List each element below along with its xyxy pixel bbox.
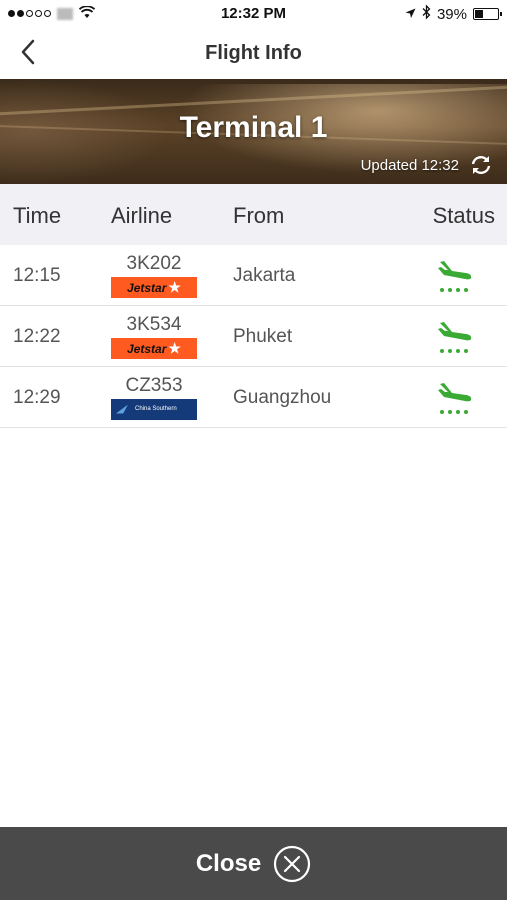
table-row[interactable]: 12:22 3K534 Jetstar ★ Phuket	[0, 306, 507, 367]
last-updated: Updated 12:32	[361, 153, 493, 177]
battery-icon	[473, 8, 502, 20]
logo-text: Jetstar	[127, 341, 167, 356]
origin-city: Phuket	[233, 326, 293, 347]
nav-bar: Flight Info	[0, 28, 507, 78]
jetstar-logo: Jetstar ★	[111, 338, 197, 359]
flight-number: CZ353	[125, 375, 183, 396]
plane-landing-icon	[438, 322, 472, 353]
origin-city: Guangzhou	[233, 387, 332, 408]
jetstar-logo: Jetstar ★	[111, 277, 197, 298]
table-row[interactable]: 12:15 3K202 Jetstar ★ Jakarta	[0, 245, 507, 306]
header-airline: Airline	[111, 203, 173, 228]
logo-text: China Southern	[135, 406, 177, 412]
status-bar: 12:32 PM 39%	[0, 0, 507, 28]
origin-city: Jakarta	[233, 265, 296, 286]
battery-percent: 39%	[436, 5, 467, 23]
logo-text: Jetstar	[127, 280, 167, 295]
close-button[interactable]: Close	[0, 827, 507, 900]
table-header: Time Airline From Status	[0, 184, 507, 245]
bluetooth-icon	[422, 4, 431, 23]
arrival-time: 12:22	[13, 326, 61, 347]
header-time: Time	[13, 203, 62, 228]
plane-landing-icon	[438, 261, 472, 292]
location-arrow-icon	[405, 6, 416, 23]
updated-text: Updated 12:32	[360, 156, 459, 174]
table-row[interactable]: 12:29 CZ353 China Southern Guangzhou	[0, 367, 507, 428]
close-label: Close	[195, 849, 262, 877]
refresh-icon	[471, 156, 491, 174]
kapok-flower-icon	[115, 403, 129, 417]
arrival-time: 12:15	[13, 265, 61, 286]
plane-landing-icon	[438, 383, 472, 414]
header-from: From	[233, 203, 285, 228]
china-southern-logo: China Southern	[111, 399, 197, 420]
flight-number: 3K202	[126, 253, 182, 274]
close-circle-icon	[274, 845, 311, 882]
header-status: Status	[432, 203, 495, 228]
flight-list: 12:15 3K202 Jetstar ★ Jakarta 12:22 3K534…	[0, 245, 507, 428]
page-title: Flight Info	[205, 42, 302, 64]
status-right: 39%	[405, 4, 502, 23]
arrival-time: 12:29	[13, 387, 61, 408]
terminal-banner: Terminal 1 Updated 12:32	[0, 79, 507, 184]
terminal-title: Terminal 1	[179, 111, 328, 144]
refresh-button[interactable]	[469, 153, 493, 177]
flight-number: 3K534	[126, 314, 182, 335]
